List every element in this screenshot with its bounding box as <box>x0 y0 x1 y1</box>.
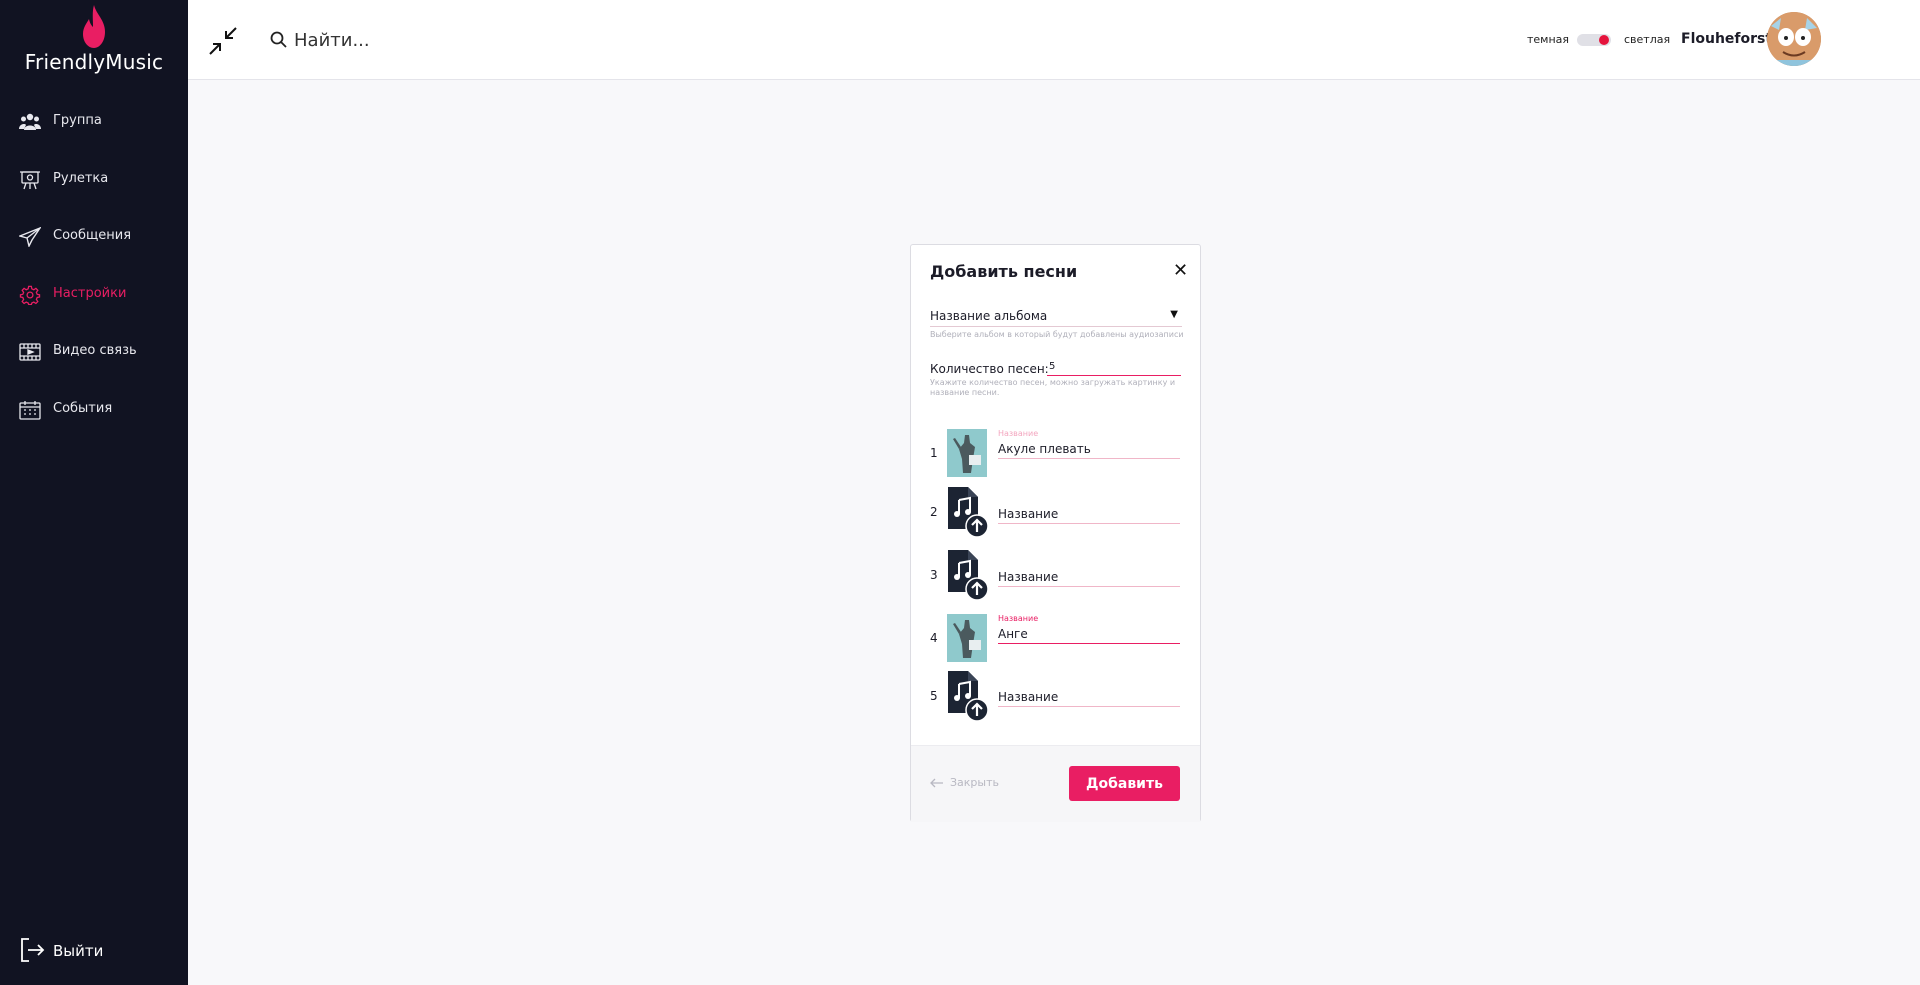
sidebar-item-settings[interactable]: Настройки <box>0 275 188 315</box>
music-upload-icon[interactable] <box>946 548 990 600</box>
search-icon <box>270 31 287 48</box>
song-row: 4 Название <box>930 609 1182 662</box>
song-name-input[interactable] <box>998 567 1180 587</box>
close-icon[interactable]: ✕ <box>1173 262 1188 280</box>
sidebar-item-label: Сообщения <box>53 228 132 243</box>
count-hint: Укажите количество песен, можно загружат… <box>930 378 1176 397</box>
logo[interactable]: FriendlyMusic <box>0 0 188 80</box>
song-number: 2 <box>930 505 938 519</box>
count-input[interactable] <box>1047 358 1181 376</box>
sidebar-item-label: Настройки <box>53 286 127 301</box>
sidebar-item-label: События <box>53 401 113 416</box>
song-cover-image[interactable] <box>947 429 987 477</box>
album-select-value: Название альбома <box>930 309 1048 323</box>
sidebar-item-roulette[interactable]: Рулетка <box>0 160 188 200</box>
theme-toggle[interactable] <box>1577 34 1611 46</box>
gear-icon <box>19 285 41 305</box>
app-name: FriendlyMusic <box>24 50 164 74</box>
song-name-input[interactable] <box>998 624 1180 644</box>
send-icon <box>19 227 41 247</box>
song-row: 1 Название <box>930 424 1182 477</box>
chevron-down-icon: ▼ <box>1170 309 1178 320</box>
song-number: 1 <box>930 446 938 460</box>
roulette-icon <box>20 171 40 190</box>
song-number: 4 <box>930 631 938 645</box>
toggle-knob <box>1599 35 1609 45</box>
song-name-input[interactable] <box>998 439 1180 459</box>
close-button[interactable]: Закрыть <box>930 776 999 789</box>
music-upload-icon[interactable] <box>946 485 990 537</box>
music-upload-icon[interactable] <box>946 669 990 721</box>
song-name-input[interactable] <box>998 504 1180 524</box>
add-button[interactable]: Добавить <box>1069 766 1180 801</box>
sidebar-item-label: Группа <box>53 113 102 128</box>
sidebar-item-group[interactable]: Группа <box>0 102 188 142</box>
song-row: 5 <box>930 667 1182 721</box>
flame-icon <box>83 5 105 48</box>
close-button-label: Закрыть <box>950 776 999 789</box>
video-icon <box>19 343 41 361</box>
theme-light-label: светлая <box>1624 33 1671 46</box>
logout-label: Выйти <box>53 942 104 960</box>
search-input[interactable] <box>294 24 594 56</box>
theme-dark-label: темная <box>1527 33 1570 46</box>
collapse-icon[interactable] <box>208 26 238 56</box>
header: темная светлая Flouheforst <box>188 0 1920 80</box>
song-name-label: Название <box>998 614 1039 623</box>
add-songs-modal: Добавить песни ✕ Название альбома ▼ Выбе… <box>910 244 1201 822</box>
calendar-icon <box>19 401 41 420</box>
song-name-label: Название <box>998 429 1039 438</box>
song-row: 3 <box>930 546 1182 600</box>
sidebar-item-video[interactable]: Видео связь <box>0 332 188 372</box>
album-select[interactable]: Название альбома ▼ <box>930 307 1182 327</box>
song-number: 3 <box>930 568 938 582</box>
logout-button[interactable]: Выйти <box>0 932 188 972</box>
song-name-input[interactable] <box>998 687 1180 707</box>
sidebar-item-label: Рулетка <box>53 171 109 186</box>
song-row: 2 <box>930 483 1182 537</box>
sidebar-item-events[interactable]: События <box>0 390 188 430</box>
song-cover-image[interactable] <box>947 614 987 662</box>
logout-icon <box>21 938 45 962</box>
album-hint: Выберите альбом в который будут добавлен… <box>930 330 1184 339</box>
count-label: Количество песен: <box>930 362 1049 376</box>
sidebar-item-messages[interactable]: Сообщения <box>0 217 188 257</box>
sidebar: FriendlyMusic Группа Рулетка Сообщения Н… <box>0 0 188 985</box>
arrow-left-icon <box>930 778 943 787</box>
modal-footer: Закрыть Добавить <box>911 745 1200 822</box>
avatar[interactable] <box>1767 12 1821 66</box>
group-icon <box>19 113 41 130</box>
song-number: 5 <box>930 689 938 703</box>
modal-title: Добавить песни <box>930 262 1078 281</box>
username[interactable]: Flouheforst <box>1681 31 1772 47</box>
sidebar-item-label: Видео связь <box>53 343 137 358</box>
